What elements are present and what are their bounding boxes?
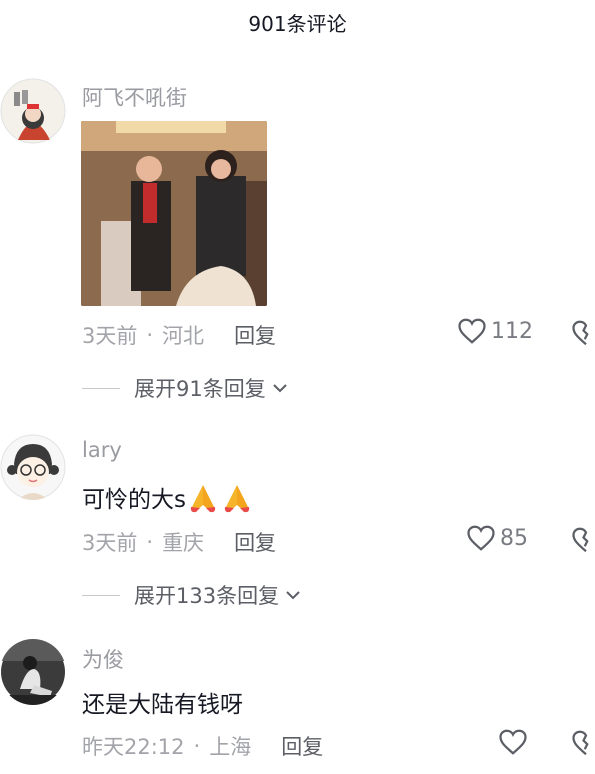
- comment-meta: 昨天22:12 · 上海 回复: [82, 731, 323, 761]
- comment-count-title: 901条评论: [248, 12, 347, 36]
- divider-line: [82, 387, 120, 389]
- broken-heart-icon: [572, 320, 589, 346]
- reply-button[interactable]: 回复: [234, 527, 276, 557]
- avatar[interactable]: [0, 434, 66, 500]
- expand-replies-label: 展开91条回复: [134, 377, 266, 401]
- comment-location: 上海: [209, 735, 252, 759]
- comment-text-row: 可怜的大s: [82, 480, 254, 514]
- comment-location: 河北: [162, 324, 205, 348]
- like-button[interactable]: [498, 728, 528, 756]
- comment-time: 昨天22:12: [82, 735, 185, 759]
- avatar[interactable]: [0, 78, 66, 144]
- comment-meta: 3天前 · 河北 回复: [82, 320, 276, 350]
- comment-text: 可怜的大s: [82, 487, 186, 513]
- comment-location: 重庆: [162, 531, 205, 555]
- reply-button[interactable]: 回复: [281, 731, 323, 761]
- like-button[interactable]: 85: [466, 524, 528, 552]
- dislike-button[interactable]: [571, 319, 595, 347]
- comment-time: 3天前: [82, 531, 138, 555]
- expand-replies-button[interactable]: 展开133条回复: [82, 580, 301, 610]
- comment-username[interactable]: lary: [82, 438, 122, 462]
- separator-dot: ·: [146, 323, 154, 347]
- dislike-button[interactable]: [571, 729, 595, 757]
- separator-dot: ·: [146, 530, 154, 554]
- like-count: 112: [491, 318, 533, 344]
- heart-outline-icon: [499, 729, 527, 755]
- like-button[interactable]: 112: [457, 317, 533, 345]
- separator-dot: ·: [193, 734, 201, 758]
- chevron-down-icon: [273, 384, 287, 393]
- like-count: 85: [500, 525, 528, 551]
- chevron-down-icon: [286, 591, 300, 600]
- broken-heart-icon: [572, 527, 589, 553]
- reply-button[interactable]: 回复: [234, 320, 276, 350]
- comment-meta: 3天前 · 重庆 回复: [82, 527, 276, 557]
- comment-username[interactable]: 阿飞不吼街: [82, 82, 187, 112]
- divider-line: [82, 594, 120, 596]
- broken-heart-icon: [572, 730, 589, 756]
- folded-hands-emoji-icon: [224, 485, 250, 513]
- expand-replies-button[interactable]: 展开91条回复: [82, 373, 288, 403]
- comment-username[interactable]: 为俊: [82, 644, 124, 674]
- comment-time: 3天前: [82, 324, 138, 348]
- heart-outline-icon: [467, 525, 495, 551]
- avatar[interactable]: [0, 639, 66, 705]
- comment-image[interactable]: [81, 121, 267, 306]
- heart-outline-icon: [458, 318, 486, 344]
- expand-replies-label: 展开133条回复: [134, 584, 280, 608]
- comment-text: 还是大陆有钱呀: [82, 692, 243, 718]
- dislike-button[interactable]: [571, 526, 595, 554]
- folded-hands-emoji-icon: [190, 485, 216, 513]
